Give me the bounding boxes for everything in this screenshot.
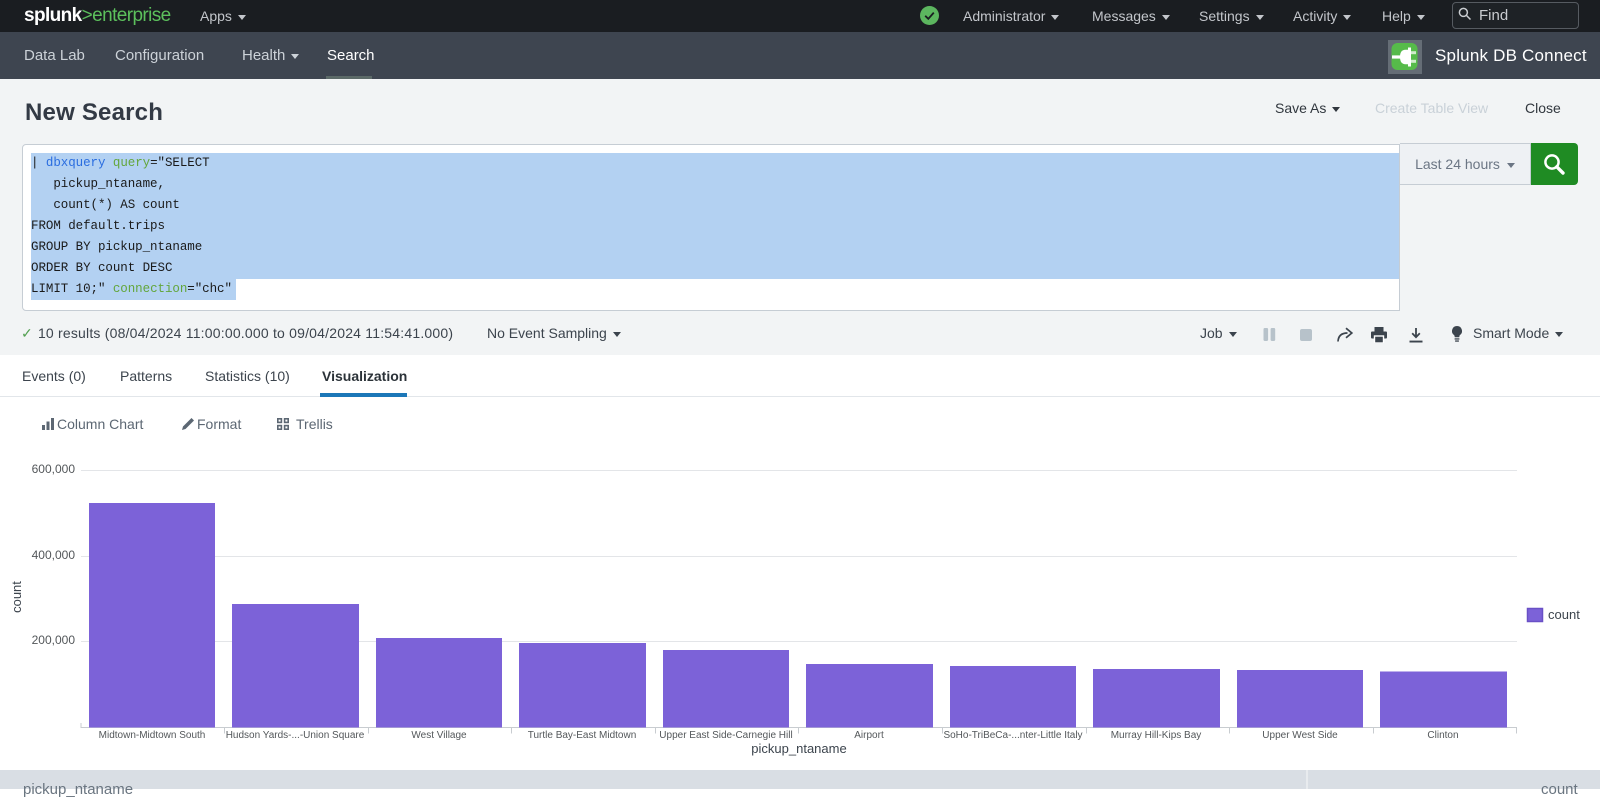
svg-text:Upper West Side: Upper West Side [1262, 730, 1338, 741]
svg-text:Turtle Bay-East Midtown: Turtle Bay-East Midtown [528, 730, 637, 741]
svg-text:Clinton: Clinton [1427, 730, 1458, 741]
svg-text:SoHo-TriBeCa-...nter-Little It: SoHo-TriBeCa-...nter-Little Italy [943, 730, 1082, 741]
svg-text:400,000: 400,000 [32, 548, 76, 562]
svg-text:600,000: 600,000 [32, 462, 76, 476]
svg-text:Murray Hill-Kips Bay: Murray Hill-Kips Bay [1111, 730, 1202, 741]
svg-text:Airport: Airport [854, 730, 884, 741]
svg-text:pickup_ntaname: pickup_ntaname [751, 741, 846, 756]
svg-text:Upper East Side-Carnegie Hill: Upper East Side-Carnegie Hill [659, 730, 792, 741]
svg-text:West Village: West Village [411, 730, 467, 741]
svg-text:count: count [9, 581, 24, 613]
svg-text:200,000: 200,000 [32, 633, 76, 647]
svg-text:Hudson Yards-...-Union Square: Hudson Yards-...-Union Square [226, 730, 365, 741]
svg-text:Midtown-Midtown South: Midtown-Midtown South [99, 730, 206, 741]
svg-text:count: count [1548, 607, 1580, 622]
